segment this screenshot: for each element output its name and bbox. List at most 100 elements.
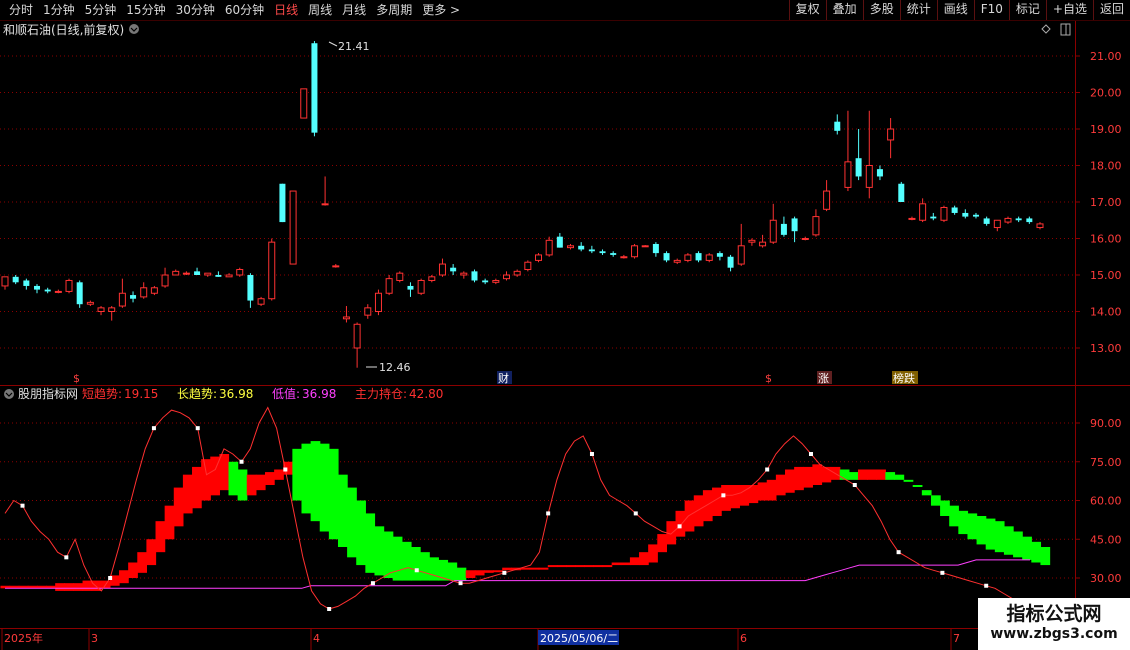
- marker-board-fall[interactable]: 榜跌: [893, 371, 915, 385]
- band-segment: [82, 580, 93, 591]
- indicator-settings-icon[interactable]: [4, 389, 14, 399]
- toolbar-buttons: 复权 叠加 多股 统计 画线 F10 标记 +自选 返回: [788, 0, 1130, 20]
- band-segment: [620, 562, 631, 566]
- period-tab-7[interactable]: 周线: [303, 1, 337, 19]
- candle-body: [684, 254, 692, 261]
- candle-body: [140, 287, 148, 298]
- candle-body: [130, 295, 137, 299]
- marker-dollar[interactable]: $: [73, 372, 80, 385]
- toolbar-button-3[interactable]: 统计: [899, 0, 937, 20]
- line-marker: [370, 581, 375, 586]
- band-segment: [584, 565, 595, 568]
- candle-body: [588, 249, 595, 252]
- period-tab-3[interactable]: 15分钟: [121, 1, 170, 19]
- period-tab-6[interactable]: 日线: [269, 1, 303, 19]
- candle-body: [396, 272, 404, 281]
- band-segment: [766, 479, 777, 501]
- marker-rise[interactable]: 涨: [818, 372, 829, 385]
- kline-chart[interactable]: 和顺石油(日线,前复权) 21.41 12.46 $ 财 $ 涨 榜跌 股朋指标…: [0, 21, 1130, 650]
- candle-body: [450, 267, 457, 272]
- price-tick-label: 16.00: [1090, 233, 1122, 246]
- band-segment: [702, 490, 713, 522]
- period-tab-9[interactable]: 多周期: [371, 1, 417, 19]
- marker-dollar-2[interactable]: $: [765, 372, 772, 385]
- candle-body: [962, 212, 969, 217]
- toolbar-button-8[interactable]: 返回: [1092, 0, 1130, 20]
- band-segment: [401, 541, 412, 581]
- candle-body: [908, 217, 916, 220]
- toolbar-button-2[interactable]: 多股: [862, 0, 900, 20]
- line-marker: [20, 503, 25, 508]
- toolbar-button-1[interactable]: 叠加: [825, 0, 863, 20]
- band-segment: [812, 464, 823, 485]
- candle-body: [972, 214, 979, 217]
- band-segment: [328, 448, 339, 540]
- candle-body: [727, 256, 734, 268]
- candle-body: [855, 158, 862, 177]
- toolbar-button-0[interactable]: 复权: [788, 0, 826, 20]
- toolbar-button-4[interactable]: 画线: [936, 0, 974, 20]
- band-segment: [803, 466, 813, 488]
- marker-finance[interactable]: 财: [498, 371, 509, 385]
- line-marker: [502, 570, 507, 575]
- toolbar-button-5[interactable]: F10: [973, 0, 1009, 20]
- period-tab-0[interactable]: 分时: [4, 1, 38, 19]
- price-tick-label: 13.00: [1090, 342, 1122, 355]
- candlesticks: [1, 41, 1044, 368]
- period-tab-8[interactable]: 月线: [337, 1, 371, 19]
- candle-body: [428, 276, 436, 281]
- price-settings-icon[interactable]: [129, 24, 139, 34]
- period-tab-10[interactable]: 更多 >: [417, 1, 465, 19]
- band-segment: [757, 482, 768, 501]
- candle-body: [887, 128, 895, 141]
- candle-body: [23, 280, 30, 286]
- candle-body: [97, 307, 105, 313]
- band-segment: [356, 500, 366, 566]
- band-segment: [611, 562, 622, 566]
- band-segment: [219, 454, 230, 491]
- band-segment: [693, 495, 704, 527]
- indicator-values: 短趋势: 19.15 长趋势: 36.98 低值: 36.98 主力持仓: 42.80: [82, 386, 443, 401]
- band-segment: [921, 490, 932, 496]
- period-tab-5[interactable]: 60分钟: [220, 1, 269, 19]
- low-price-label: 12.46: [379, 361, 411, 374]
- band-segment: [164, 505, 175, 540]
- line-marker: [633, 511, 638, 516]
- candle-body: [1004, 217, 1012, 223]
- period-tab-1[interactable]: 1分钟: [38, 1, 80, 19]
- candle-body: [578, 245, 585, 250]
- candle-body: [311, 43, 318, 133]
- band-segment: [1003, 526, 1014, 555]
- candle-body: [513, 270, 521, 276]
- candle-body: [1036, 223, 1044, 229]
- high-price-label: 21.41: [338, 40, 370, 53]
- candle-body: [610, 253, 617, 255]
- band-segment: [119, 570, 129, 584]
- candle-body: [364, 307, 372, 316]
- band-segment: [529, 567, 540, 570]
- band-segment: [848, 472, 859, 480]
- candle-body: [417, 279, 425, 294]
- candle-body: [204, 272, 212, 276]
- band-segment: [337, 474, 348, 547]
- period-tab-2[interactable]: 5分钟: [80, 1, 122, 19]
- candle-body: [631, 245, 639, 258]
- candle-body: [300, 88, 308, 119]
- candle-body: [502, 274, 510, 280]
- line-marker: [546, 511, 551, 516]
- band-segment: [502, 567, 512, 571]
- band-segment: [192, 466, 202, 509]
- band-segment: [575, 565, 585, 568]
- band-segment: [629, 557, 640, 566]
- line-marker: [984, 583, 989, 588]
- band-segment: [839, 469, 850, 480]
- date-label: 6: [740, 632, 747, 645]
- candle-body: [545, 239, 553, 256]
- toolbar-button-6[interactable]: 标记: [1008, 0, 1046, 20]
- band-segment: [949, 505, 959, 527]
- diamond-icon[interactable]: [1041, 24, 1051, 34]
- toolbar-button-7[interactable]: +自选: [1045, 0, 1093, 20]
- period-tab-4[interactable]: 30分钟: [171, 1, 220, 19]
- price-tick-label: 15.00: [1090, 269, 1122, 282]
- candle-body: [225, 274, 233, 278]
